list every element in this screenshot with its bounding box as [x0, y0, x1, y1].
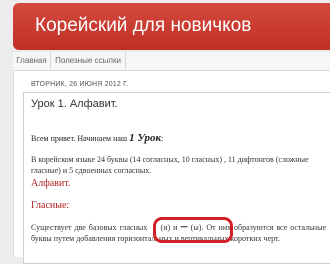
subheading-vowels: Гласные: [31, 200, 70, 211]
subheading-alphabet: Алфавит. [31, 178, 71, 189]
post-date: ВТОРНИК, 26 ИЮНЯ 2012 Г. [31, 81, 129, 88]
tab-useful-links[interactable]: Полезные ссылки [51, 52, 126, 70]
blog-title[interactable]: Корейский для новичков [35, 15, 251, 37]
intro-text: Всем привет. Начинаем наш [31, 134, 130, 143]
paragraph-letters: В корейском языке 24 буквы (14 согласных… [31, 155, 309, 175]
tab-home[interactable]: Главная [13, 52, 51, 70]
intro-colon: : [161, 134, 164, 143]
highlight-annotation [153, 217, 233, 243]
post-title[interactable]: Урок 1. Алфавит. [31, 98, 118, 110]
para2-start: Существует две базовых гласных [31, 223, 151, 232]
blog-header: Корейский для новичков [13, 3, 330, 50]
intro-line: Всем привет. Начинаем наш 1 Урок: [31, 132, 163, 144]
lesson-label: 1 Урок [129, 132, 162, 144]
nav-tabs: Главная Полезные ссылки [13, 52, 330, 71]
